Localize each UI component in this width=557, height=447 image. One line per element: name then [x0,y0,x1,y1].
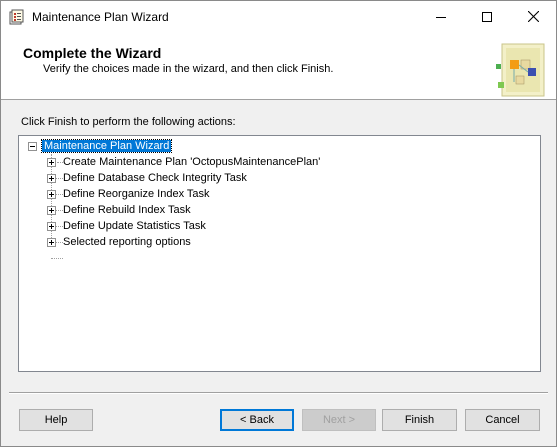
maintenance-plan-wizard-window: Maintenance Plan Wizard Complete the Wiz… [0,0,557,447]
next-button[interactable]: Next > [302,409,376,431]
close-button[interactable] [510,1,556,32]
back-button[interactable]: < Back [220,409,294,431]
tree-item[interactable]: Define Database Check Integrity Task [63,171,247,186]
title-bar[interactable]: Maintenance Plan Wizard [1,1,556,32]
maximize-icon [482,11,492,22]
tree-item[interactable]: Define Reorganize Index Task [63,187,210,202]
header-subtitle: Verify the choices made in the wizard, a… [43,63,334,75]
minimize-icon [436,16,446,18]
expand-icon[interactable] [47,158,56,167]
maximize-button[interactable] [464,1,510,32]
footer-separator [9,392,548,394]
maintenance-plan-icon [9,9,25,25]
tree-item[interactable]: Selected reporting options [63,235,191,250]
expand-icon[interactable] [47,238,56,247]
tree-item[interactable]: Define Rebuild Index Task [63,203,191,218]
tree-connector [51,258,63,259]
expand-icon[interactable] [47,190,56,199]
help-button[interactable]: Help [19,409,93,431]
tree-root-label: Maintenance Plan Wizard [40,139,173,153]
wizard-header: Complete the Wizard Verify the choices m… [1,32,556,100]
expand-icon[interactable] [47,174,56,183]
tree-item[interactable]: Define Update Statistics Task [63,219,206,234]
wizard-graphic-icon [488,38,548,98]
header-title: Complete the Wizard [23,45,162,61]
close-icon [527,11,539,22]
expand-icon[interactable] [47,206,56,215]
actions-tree[interactable]: Maintenance Plan Wizard Create Maintenan… [18,135,541,372]
cancel-button[interactable]: Cancel [465,409,540,431]
tree-root[interactable]: Maintenance Plan Wizard [40,139,173,154]
collapse-icon[interactable] [28,142,37,151]
finish-button[interactable]: Finish [382,409,457,431]
window-title: Maintenance Plan Wizard [32,10,169,24]
instruction-label: Click Finish to perform the following ac… [21,116,236,128]
expand-icon[interactable] [47,222,56,231]
tree-item[interactable]: Create Maintenance Plan 'OctopusMaintena… [63,155,320,170]
minimize-button[interactable] [418,1,464,32]
